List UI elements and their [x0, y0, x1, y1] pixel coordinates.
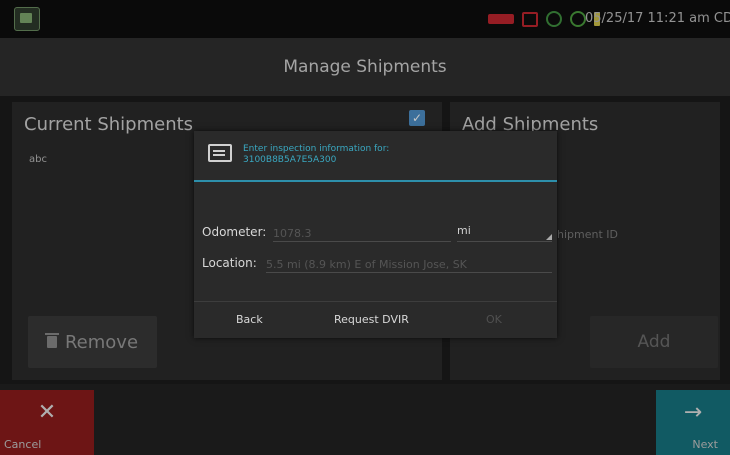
caret-icon [546, 234, 552, 240]
dialog-divider [194, 180, 557, 182]
dialog-button-bar: Back Request DVIR OK [194, 301, 557, 339]
id-card-icon [208, 144, 232, 162]
odometer-label: Odometer: [202, 225, 267, 239]
dialog-title-line2: 3100B8B5A7E5A300 [243, 155, 337, 165]
dialog-title: Enter inspection information for: 3100B8… [243, 144, 389, 166]
unit-select[interactable]: mi [457, 223, 552, 242]
dialog-title-line1: Enter inspection information for: [243, 144, 390, 154]
inspection-dialog: Enter inspection information for: 3100B8… [194, 131, 557, 338]
location-field[interactable] [266, 256, 552, 273]
back-button[interactable]: Back [236, 313, 263, 326]
ok-button[interactable]: OK [486, 313, 502, 326]
unit-value: mi [457, 224, 471, 237]
location-label: Location: [202, 256, 257, 270]
request-dvir-button[interactable]: Request DVIR [334, 313, 409, 326]
dialog-header: Enter inspection information for: 3100B8… [194, 131, 557, 181]
odometer-field[interactable] [273, 225, 451, 242]
